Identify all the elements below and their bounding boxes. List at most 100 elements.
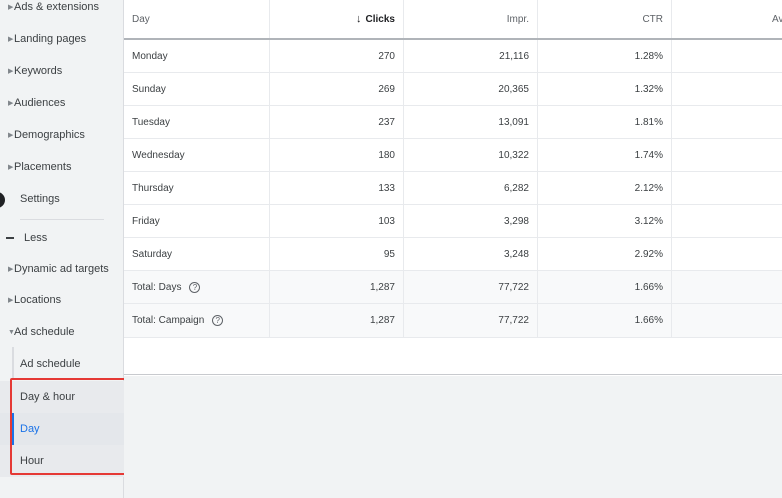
caret-right-icon: ▶ [8,4,14,11]
column-header-day[interactable]: Day [124,0,270,38]
cell-impr: 10,322 [404,139,538,171]
sidebar-item-locations[interactable]: ▶ Locations [0,284,124,316]
sidebar-item-audiences[interactable]: ▶ Audiences [0,87,124,119]
sidebar-item-label: Audiences [14,97,66,109]
sidebar-item-label: Settings [20,193,60,205]
cell-day: Wednesday [124,139,270,171]
cell-day: Friday [124,205,270,237]
sidebar-item-keywords[interactable]: ▶ Keywords [0,55,124,87]
cell-avg [672,271,782,303]
sidebar-item-label: Keywords [14,65,63,77]
cell-ctr: 2.92% [538,238,672,270]
caret-right-icon: ▶ [8,164,14,171]
table-header-row: Day ↓Clicks Impr. CTR Avg [124,0,782,40]
cell-avg [672,238,782,270]
caret-right-icon: ▶ [8,100,14,107]
minus-icon [6,237,14,239]
cell-day: Tuesday [124,106,270,138]
cell-avg [672,304,782,337]
sidebar-item-label: Day & hour [20,391,76,403]
cell-ctr: 1.74% [538,139,672,171]
cell-impr: 77,722 [404,271,538,303]
cell-day: Monday [124,40,270,72]
sidebar-item-label: Dynamic ad targets [14,263,109,275]
sidebar-item-label: Demographics [14,129,85,141]
sidebar: ▶ Ads & extensions ▶ Landing pages ▶ Key… [0,0,124,498]
sidebar-item-label: Placements [14,161,72,173]
sidebar-item-less[interactable]: Less [0,222,124,254]
sidebar-item-label: Ad schedule [20,358,81,370]
sidebar-subitem-ad-schedule[interactable]: Ad schedule [0,348,124,380]
sidebar-item-placements[interactable]: ▶ Placements [0,151,124,183]
cell-impr: 3,248 [404,238,538,270]
cell-day: Thursday [124,172,270,204]
sidebar-item-settings[interactable]: Settings [0,183,124,215]
table-row: Thursday 133 6,282 2.12% [124,172,782,205]
sidebar-subitem-hour[interactable]: Hour [0,445,124,477]
cell-impr: 6,282 [404,172,538,204]
sidebar-item-label: Less [24,232,48,244]
cell-clicks: 180 [270,139,404,171]
column-header-clicks[interactable]: ↓ Clicks [270,0,404,38]
table-row: Friday 103 3,298 3.12% [124,205,782,238]
cell-avg [672,40,782,72]
column-header-label: Avg [772,13,782,25]
sidebar-subitem-day[interactable]: Day [0,413,124,445]
cell-clicks: 270 [270,40,404,72]
cell-ctr: 3.12% [538,205,672,237]
sidebar-item-label: Landing pages [14,33,87,45]
cell-impr: 77,722 [404,304,538,337]
help-icon[interactable]: ? [189,281,201,293]
cell-day: Saturday [124,238,270,270]
caret-right-icon: ▶ [8,36,14,43]
cell-ctr: 1.32% [538,73,672,105]
column-header-avg[interactable]: Avg [672,0,782,38]
cell-ctr: 1.66% [538,304,672,337]
cell-impr: 21,116 [404,40,538,72]
cell-avg [672,205,782,237]
cell-ctr: 1.66% [538,271,672,303]
table-row: Tuesday 237 13,091 1.81% [124,106,782,139]
active-indicator [11,413,14,445]
cell-avg [672,139,782,171]
column-header-label: CTR [642,13,663,25]
sidebar-item-ads-extensions[interactable]: ▶ Ads & extensions [0,0,124,23]
column-header-impr[interactable]: Impr. [404,0,538,38]
column-header-label: Day [132,13,150,25]
caret-down-icon: ▼ [8,328,15,336]
sidebar-divider [20,219,104,220]
help-icon[interactable]: ? [212,315,224,326]
sidebar-item-label: Hour [20,455,44,467]
content-background [124,376,782,498]
cell-ctr: 1.81% [538,106,672,138]
cell-clicks: 1,287 [270,304,404,337]
caret-right-icon: ▶ [8,68,14,75]
caret-right-icon: ▶ [8,297,14,304]
sidebar-item-label: Ad schedule [14,326,75,338]
sidebar-item-dynamic-ad-targets[interactable]: ▶ Dynamic ad targets [0,253,124,285]
total-row: Total: Days? 1,287 77,722 1.66% [124,271,782,304]
column-header-label: Clicks [365,13,395,25]
cell-clicks: 133 [270,172,404,204]
total-row: Total: Campaign? 1,287 77,722 1.66% [124,304,782,338]
caret-right-icon: ▶ [8,132,14,139]
sidebar-subitem-day-hour[interactable]: Day & hour [0,381,124,413]
cell-ctr: 2.12% [538,172,672,204]
table-row: Monday 270 21,116 1.28% [124,40,782,73]
column-header-label: Impr. [506,13,529,25]
cell-clicks: 237 [270,106,404,138]
cell-total-label: Total: Days? [124,271,270,303]
sidebar-item-landing-pages[interactable]: ▶ Landing pages [0,23,124,55]
column-header-ctr[interactable]: CTR [538,0,672,38]
sidebar-item-ad-schedule[interactable]: ▼ Ad schedule [0,316,124,348]
table-row: Saturday 95 3,248 2.92% [124,238,782,271]
sidebar-item-label: Locations [14,294,62,306]
sidebar-item-demographics[interactable]: ▶ Demographics [0,119,124,151]
cell-clicks: 103 [270,205,404,237]
cell-ctr: 1.28% [538,40,672,72]
table-row: Sunday 269 20,365 1.32% [124,73,782,106]
cell-avg [672,106,782,138]
cell-clicks: 1,287 [270,271,404,303]
total-label: Total: Days [132,281,182,293]
sidebar-item-label: Ads & extensions [14,1,99,13]
